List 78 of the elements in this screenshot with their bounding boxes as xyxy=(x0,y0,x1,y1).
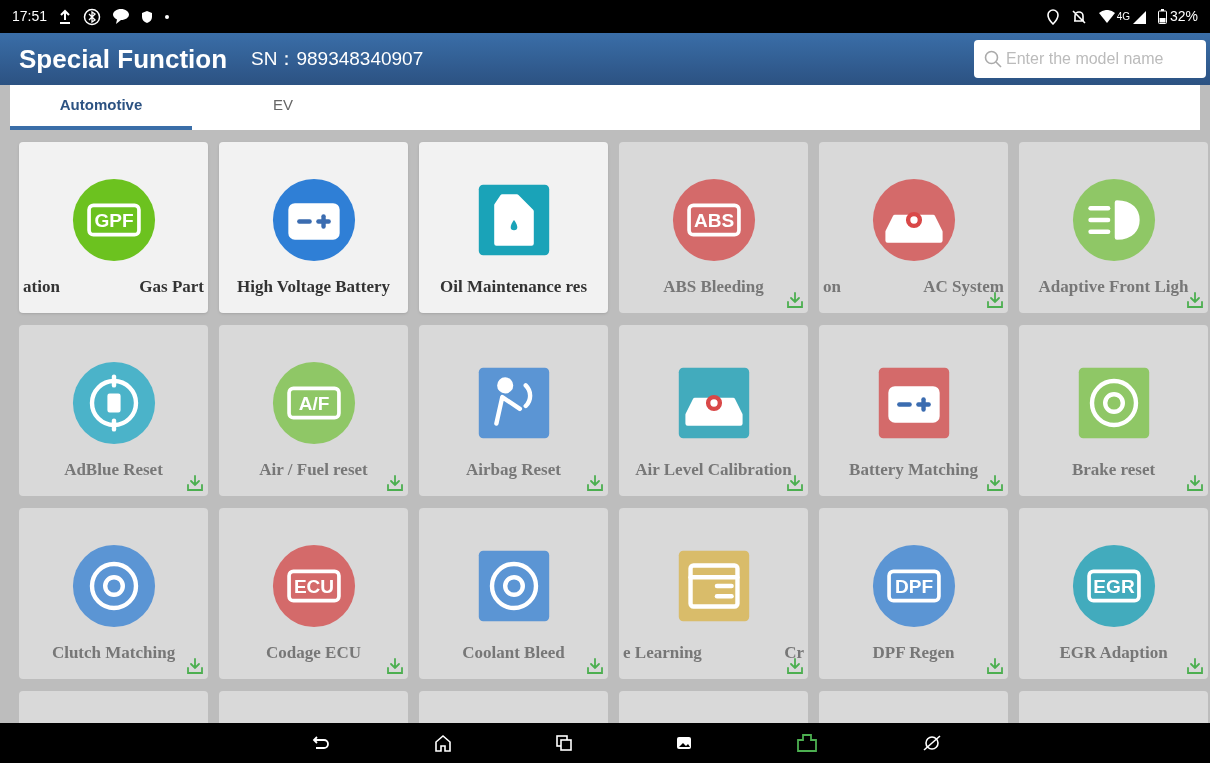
picture-icon[interactable] xyxy=(676,735,692,751)
function-tile[interactable]: e Learning Cr xyxy=(619,508,808,679)
function-label: DPF Regen xyxy=(872,642,955,664)
function-tile[interactable]: High Voltage Battery xyxy=(219,142,408,313)
search-field[interactable]: Enter the model name xyxy=(974,40,1206,78)
function-tile[interactable]: ECU Codage ECU xyxy=(219,508,408,679)
function-tile[interactable]: Airbag Reset xyxy=(419,325,608,496)
clock: 17:51 xyxy=(12,7,48,26)
function-label: Cr xyxy=(784,642,804,664)
download-icon[interactable] xyxy=(186,474,204,492)
download-icon[interactable] xyxy=(786,291,804,309)
function-tile[interactable]: Air Level Calibration xyxy=(619,325,808,496)
recents-icon[interactable] xyxy=(556,735,572,751)
function-tile[interactable]: Adaptive Front Ligh xyxy=(1019,142,1208,313)
function-tile[interactable]: Battery Matching xyxy=(819,325,1008,496)
function-tile[interactable]: GPF ation Gas Part xyxy=(19,142,208,313)
signal-icon xyxy=(1131,9,1146,24)
back-icon[interactable] xyxy=(312,735,330,751)
function-label: Battery Matching xyxy=(849,459,978,481)
function-label: Codage ECU xyxy=(266,642,361,664)
function-label: e Learning xyxy=(623,642,702,664)
download-icon[interactable] xyxy=(1186,474,1204,492)
function-tile[interactable]: Brake reset xyxy=(1019,325,1208,496)
function-label: EGR Adaption xyxy=(1059,642,1168,664)
function-label: Oil Maintenance res xyxy=(440,276,587,298)
function-label: Gas Part xyxy=(139,276,204,298)
home-icon[interactable] xyxy=(434,734,452,752)
download-icon[interactable] xyxy=(586,474,604,492)
function-label: ation xyxy=(23,276,60,298)
download-icon[interactable] xyxy=(1186,657,1204,675)
function-label: ABS Bleeding xyxy=(663,276,764,298)
shield-icon xyxy=(141,9,154,24)
chat-icon xyxy=(113,9,130,24)
download-icon[interactable] xyxy=(386,474,404,492)
download-icon[interactable] xyxy=(786,474,804,492)
download-icon[interactable] xyxy=(586,657,604,675)
tab[interactable]: Automotive xyxy=(10,85,192,130)
download-icon[interactable] xyxy=(186,657,204,675)
function-tile[interactable]: Coolant Bleed xyxy=(419,508,608,679)
download-icon[interactable] xyxy=(786,657,804,675)
search-icon xyxy=(984,50,1002,68)
function-tile[interactable]: on AC System xyxy=(819,142,1008,313)
download-icon[interactable] xyxy=(986,657,1004,675)
upload-icon xyxy=(59,8,72,25)
function-label: Brake reset xyxy=(1071,459,1156,481)
page-title: Special Function xyxy=(19,42,228,76)
function-tile[interactable]: EGR EGR Adaption xyxy=(1019,508,1208,679)
muted-bell-icon xyxy=(1070,8,1087,25)
wifi-icon xyxy=(1098,9,1115,24)
function-tile[interactable]: DPF DPF Regen xyxy=(819,508,1008,679)
download-icon[interactable] xyxy=(986,474,1004,492)
function-tile[interactable]: Oil Maintenance res xyxy=(419,142,608,313)
connector-icon[interactable] xyxy=(796,734,818,752)
function-label: Airbag Reset xyxy=(466,459,561,481)
battery-percent: 32% xyxy=(1169,7,1198,26)
function-label: Air Level Calibration xyxy=(635,459,792,481)
battery-icon xyxy=(1157,9,1167,24)
bluetooth-icon xyxy=(83,7,102,26)
function-label: Clutch Matching xyxy=(51,642,176,664)
function-label: Coolant Bleed xyxy=(462,642,565,664)
function-tile[interactable]: A/F Air / Fuel reset xyxy=(219,325,408,496)
location-icon xyxy=(1046,8,1059,25)
function-label: High Voltage Battery xyxy=(237,276,390,298)
network-label: 4G xyxy=(1116,10,1130,24)
download-icon[interactable] xyxy=(1186,291,1204,309)
function-tile[interactable]: Clutch Matching xyxy=(19,508,208,679)
planet-icon[interactable] xyxy=(922,733,942,753)
download-icon[interactable] xyxy=(386,657,404,675)
dot-icon xyxy=(165,14,170,19)
function-tile[interactable]: AdBlue Reset xyxy=(19,325,208,496)
function-label: AC System xyxy=(923,276,1004,298)
tab[interactable]: EV xyxy=(192,85,374,130)
serial-number: SN：989348340907 xyxy=(251,46,424,71)
function-tile[interactable]: ABS ABS Bleeding xyxy=(619,142,808,313)
function-label: AdBlue Reset xyxy=(64,459,163,481)
function-label: Air / Fuel reset xyxy=(259,459,368,481)
function-label: Adaptive Front Ligh xyxy=(1038,276,1189,298)
function-label: on xyxy=(823,276,841,298)
